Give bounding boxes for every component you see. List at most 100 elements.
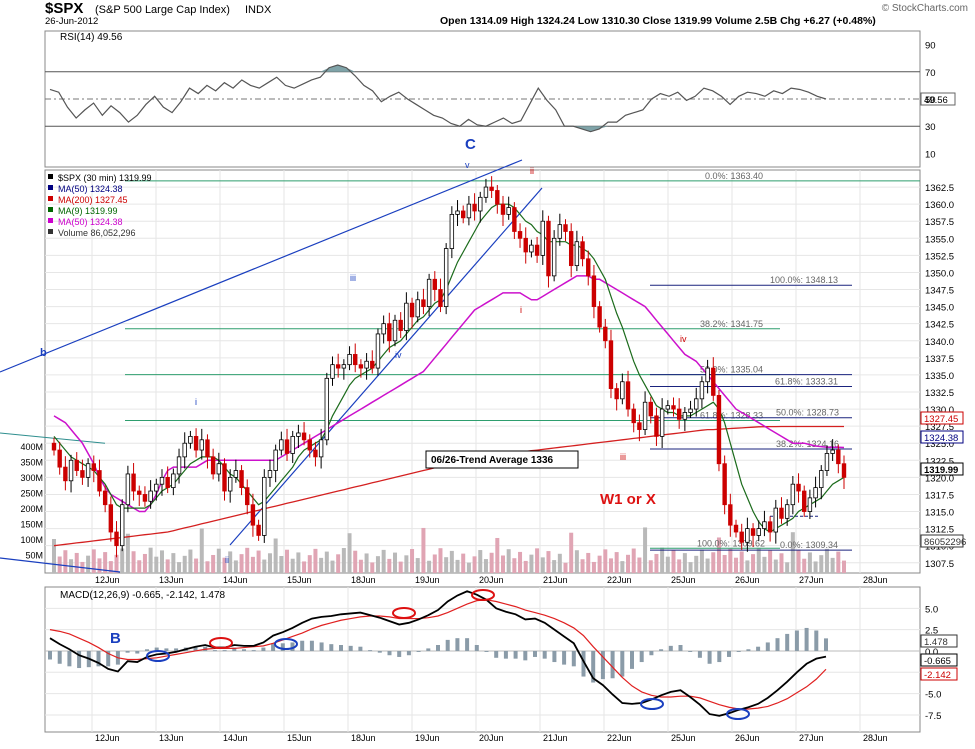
volume-bar bbox=[387, 558, 392, 573]
fib-left-label: 0.0%: 1363.40 bbox=[705, 171, 763, 181]
candle-body bbox=[68, 459, 74, 482]
fib-right-label: 0.0%: 1309.34 bbox=[780, 540, 838, 550]
wave-label-b: b bbox=[40, 347, 47, 359]
candle-body bbox=[790, 483, 796, 506]
candle-body bbox=[102, 490, 108, 506]
macd-histogram-bar bbox=[688, 650, 693, 652]
volume-bar bbox=[120, 548, 125, 573]
volume-bar bbox=[296, 552, 301, 573]
candle-body bbox=[455, 210, 460, 215]
candle-body bbox=[517, 231, 523, 239]
candle-body bbox=[137, 490, 142, 495]
volume-bar bbox=[302, 561, 307, 573]
volume-bar bbox=[74, 552, 79, 573]
candle-body bbox=[711, 367, 716, 396]
macd-histogram-bar bbox=[474, 645, 479, 651]
candle-body bbox=[85, 463, 91, 478]
volume-bar bbox=[597, 555, 602, 573]
macd-histogram-bar bbox=[639, 650, 644, 663]
volume-bar bbox=[688, 562, 693, 573]
volume-bar bbox=[802, 558, 807, 573]
candle-body bbox=[591, 275, 597, 308]
price-x-label: 18Jun bbox=[351, 575, 376, 585]
macd-histogram-bar bbox=[377, 650, 382, 653]
volume-bar bbox=[398, 561, 403, 573]
candle-body bbox=[500, 203, 506, 215]
price-x-label: 25Jun bbox=[671, 575, 696, 585]
candle-body bbox=[256, 524, 261, 536]
volume-bar bbox=[654, 553, 659, 573]
volume-bar bbox=[154, 556, 159, 573]
candle-body bbox=[813, 487, 818, 499]
candle-body bbox=[819, 470, 824, 489]
candle-body bbox=[836, 449, 841, 465]
volume-bar bbox=[762, 556, 767, 573]
volume-bar bbox=[233, 560, 238, 573]
price-x-label: 26Jun bbox=[735, 575, 760, 585]
volume-bar bbox=[665, 556, 670, 573]
price-x-label: 13Jun bbox=[159, 575, 184, 585]
volume-bar bbox=[552, 560, 557, 573]
volume-bar bbox=[591, 561, 596, 573]
price-tick-label: 1340.0 bbox=[925, 337, 954, 348]
legend-label: MA(50) 1324.38 bbox=[58, 184, 123, 194]
candle-body bbox=[625, 381, 631, 410]
candle-body bbox=[631, 408, 636, 424]
wave-label-iv: iv bbox=[680, 334, 687, 344]
macd-histogram-bar bbox=[242, 649, 246, 651]
volume-bar bbox=[285, 549, 290, 573]
candle-body bbox=[574, 241, 580, 267]
candle-body bbox=[279, 439, 284, 451]
volume-bar bbox=[256, 550, 261, 573]
volume-bar bbox=[574, 550, 579, 573]
price-ticks: 1362.5 1360.0 1357.5 1355.0 1352.5 1350.0 1347… bbox=[925, 183, 954, 570]
volume-bar bbox=[523, 560, 528, 573]
legend-swatch bbox=[48, 229, 53, 234]
wave-label-i: i bbox=[520, 305, 522, 315]
price-tick-label: 1332.5 bbox=[925, 388, 954, 399]
volume-bar bbox=[267, 553, 272, 573]
candle-body bbox=[409, 302, 415, 318]
price-x-label: 21Jun bbox=[543, 575, 568, 585]
rsi-tick-label: 70 bbox=[925, 68, 936, 79]
volume-bar bbox=[114, 554, 119, 573]
volume-tick-label: 200M bbox=[20, 504, 43, 514]
volume-tick-label: 350M bbox=[20, 458, 43, 468]
candle-body bbox=[563, 224, 568, 232]
candle-body bbox=[614, 388, 619, 400]
rsi-tick-label: 50 bbox=[925, 95, 936, 106]
macd-histogram-bar bbox=[67, 650, 72, 667]
candle-body bbox=[461, 210, 466, 219]
price-tick-label: 1342.5 bbox=[925, 320, 954, 331]
volume-bar bbox=[336, 554, 341, 573]
volume-bar bbox=[824, 548, 829, 573]
macd-histogram-bar bbox=[794, 630, 799, 651]
candle-body bbox=[222, 463, 227, 492]
volume-bar bbox=[205, 561, 210, 573]
candle-body bbox=[705, 367, 710, 383]
price-tick-label: 1355.0 bbox=[925, 234, 954, 245]
price-tick-label: 1315.0 bbox=[925, 508, 954, 519]
macd-histogram-bar bbox=[309, 640, 314, 651]
volume-tick-label: 100M bbox=[20, 535, 43, 545]
volume-bar bbox=[410, 549, 415, 573]
candle-body bbox=[745, 528, 750, 543]
volume-bar bbox=[773, 559, 778, 573]
candle-body bbox=[341, 364, 347, 369]
volume-bar bbox=[449, 550, 454, 573]
macd-badge: -0.665 bbox=[924, 656, 951, 667]
macd-histogram-bar bbox=[736, 650, 741, 652]
volume-bar bbox=[756, 547, 761, 573]
macd-x-label: 28Jun bbox=[863, 733, 888, 743]
volume-bar bbox=[353, 550, 358, 573]
macd-histogram-bar bbox=[416, 650, 421, 652]
volume-bar bbox=[557, 553, 562, 573]
price-tick-label: 1360.0 bbox=[925, 200, 954, 211]
price-tick-label: 1337.5 bbox=[925, 354, 954, 365]
candle-body bbox=[250, 504, 256, 526]
wave-label-B: B bbox=[110, 630, 121, 647]
price-tick-label: 1347.5 bbox=[925, 286, 954, 297]
volume-bar bbox=[699, 549, 704, 573]
candle-body bbox=[239, 470, 244, 489]
price-tick-label: 1357.5 bbox=[925, 217, 954, 228]
